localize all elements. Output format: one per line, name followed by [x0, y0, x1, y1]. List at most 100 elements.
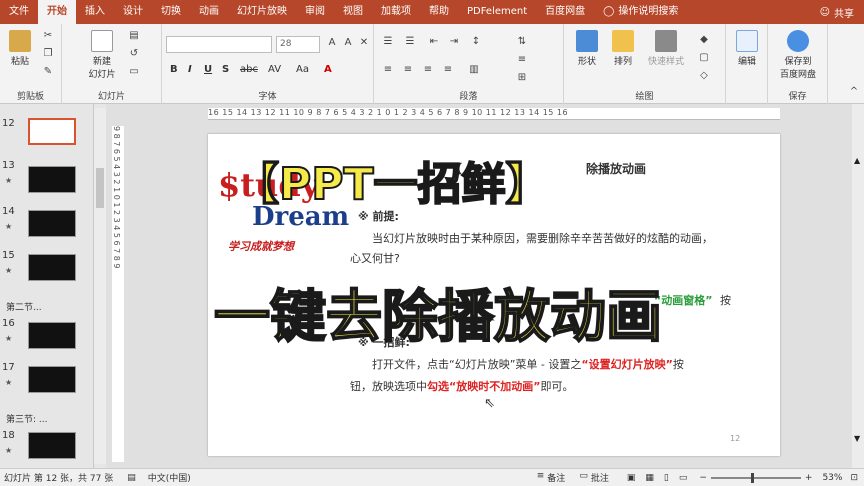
tab-addins[interactable]: 加载项: [372, 0, 420, 24]
align-left-icon[interactable]: ≡: [380, 64, 396, 78]
cut-icon[interactable]: ✂: [40, 30, 56, 44]
justify-icon[interactable]: ≡: [440, 64, 456, 78]
arrange-button[interactable]: 排列: [608, 30, 638, 67]
tab-insert[interactable]: 插入: [76, 0, 114, 24]
tab-review[interactable]: 审阅: [296, 0, 334, 24]
tab-home[interactable]: 开始: [38, 0, 76, 24]
section-header[interactable]: 第二节...: [6, 300, 42, 313]
slide-thumbnail-18[interactable]: [28, 432, 76, 459]
tab-slideshow[interactable]: 幻灯片放映: [228, 0, 296, 24]
scroll-down-icon[interactable]: ▼: [854, 434, 860, 443]
notes-icon: ≡: [536, 471, 545, 481]
line-spacing-icon[interactable]: ↕: [468, 36, 484, 50]
slides-label: 幻灯片: [97, 92, 125, 102]
slideshow-icon[interactable]: ▭: [679, 473, 688, 483]
method-highlight: “动画窗格”: [654, 294, 713, 307]
section-icon[interactable]: ▭: [126, 66, 142, 80]
zoom-out-button[interactable]: −: [699, 473, 707, 483]
shape-button[interactable]: 形状: [572, 30, 602, 67]
scroll-up-icon[interactable]: ▲: [854, 156, 860, 165]
bullets-icon[interactable]: ☰: [380, 36, 396, 50]
animation-star-icon: ★: [5, 334, 13, 343]
canvas-scrollbar[interactable]: ▲ ▼: [852, 104, 864, 468]
decrease-indent-icon[interactable]: ⇤: [426, 36, 442, 50]
tab-help[interactable]: 帮助: [420, 0, 458, 24]
italic-button[interactable]: I: [188, 64, 192, 75]
language-status[interactable]: 中文(中国): [148, 471, 191, 484]
shape-outline-icon[interactable]: ▢: [696, 52, 712, 66]
tab-animations[interactable]: 动画: [190, 0, 228, 24]
shadow-button[interactable]: S: [222, 64, 229, 75]
slide-thumbnail-15[interactable]: [28, 254, 76, 281]
trick-text-2: 钮，放映选项中勾选“放映时不加动画”即可。: [350, 380, 574, 393]
comments-button[interactable]: ▭ 批注: [579, 471, 609, 484]
new-slide-button[interactable]: 新建 幻灯片: [84, 30, 120, 80]
font-color-button[interactable]: A: [324, 64, 332, 75]
underline-button[interactable]: U: [204, 64, 212, 75]
premise-text-2: 心又何甘?: [350, 252, 400, 265]
notes-button[interactable]: ≡ 备注: [537, 471, 566, 484]
tab-file[interactable]: 文件: [0, 0, 38, 24]
shrink-font-icon[interactable]: A: [340, 37, 356, 51]
align-center-icon[interactable]: ≡: [400, 64, 416, 78]
page-number: 12: [730, 434, 741, 443]
quick-styles-button[interactable]: 快速样式: [644, 30, 688, 67]
shape-fill-icon[interactable]: ◆: [696, 34, 712, 48]
reset-icon[interactable]: ↺: [126, 48, 142, 62]
fit-to-window-icon[interactable]: ⊡: [850, 473, 858, 483]
animation-star-icon: ★: [5, 266, 13, 275]
slide-thumbnail-16[interactable]: [28, 322, 76, 349]
edit-button[interactable]: 编辑: [732, 30, 762, 67]
vertical-ruler: 9 8 7 6 5 4 3 2 1 0 1 2 3 4 5 6 7 8 9: [112, 126, 124, 462]
slide-thumbnail-12[interactable]: [28, 118, 76, 145]
increase-indent-icon[interactable]: ⇥: [446, 36, 462, 50]
columns-icon[interactable]: ▥: [466, 64, 482, 78]
slide-thumbnail-14[interactable]: [28, 210, 76, 237]
strikethrough-button[interactable]: abc: [240, 64, 258, 75]
align-text-icon[interactable]: ≡: [514, 54, 530, 68]
format-painter-icon[interactable]: ✎: [40, 66, 56, 80]
bold-button[interactable]: B: [170, 64, 178, 75]
spacing-button[interactable]: AV: [268, 64, 281, 75]
font-name-combo[interactable]: [166, 36, 272, 53]
clipboard-group: 粘贴 ✂ ❐ ✎ 剪贴板: [0, 24, 62, 104]
slide-thumbnail-13[interactable]: [28, 166, 76, 193]
paste-icon: [9, 30, 31, 52]
zoom-in-button[interactable]: +: [805, 473, 813, 483]
save-to-baidu-button[interactable]: 保存到 百度网盘: [772, 30, 824, 80]
tab-pdfelement[interactable]: PDFelement: [458, 0, 536, 24]
share-button[interactable]: ☺ 共享: [820, 5, 864, 20]
reading-view-icon[interactable]: ▯: [664, 473, 669, 483]
text-direction-icon[interactable]: ⇅: [514, 36, 530, 50]
shape-effects-icon[interactable]: ◇: [696, 70, 712, 84]
tab-baidu[interactable]: 百度网盘: [536, 0, 594, 24]
slide-sorter-icon[interactable]: ▦: [645, 473, 654, 483]
section-header[interactable]: 第三节: ...: [6, 412, 47, 425]
slides-panel-scrollbar[interactable]: [94, 108, 106, 464]
zoom-slider[interactable]: [710, 472, 801, 483]
numbering-icon[interactable]: ☰: [402, 36, 418, 50]
normal-view-icon[interactable]: ▣: [627, 473, 636, 483]
tab-design[interactable]: 设计: [114, 0, 152, 24]
tab-view[interactable]: 视图: [334, 0, 372, 24]
zoom-level[interactable]: 53%: [822, 473, 842, 483]
layout-icon[interactable]: ▤: [126, 30, 142, 44]
align-right-icon[interactable]: ≡: [420, 64, 436, 78]
change-case-button[interactable]: Aa: [296, 64, 309, 75]
copy-icon[interactable]: ❐: [40, 48, 56, 62]
scroll-thumb[interactable]: [96, 168, 104, 208]
slide-number: 17: [2, 362, 15, 373]
ribbon: 粘贴 ✂ ❐ ✎ 剪贴板 新建 幻灯片 ▤ ↺ ▭ 幻灯片 28 A A ✕ B…: [0, 24, 864, 104]
font-size-combo[interactable]: 28: [276, 36, 320, 53]
clear-format-icon[interactable]: ✕: [356, 37, 372, 51]
collapse-ribbon-icon[interactable]: ^: [846, 86, 862, 100]
tab-transitions[interactable]: 切换: [152, 0, 190, 24]
smartart-icon[interactable]: ⊞: [514, 72, 530, 86]
slide-thumbnail-17[interactable]: [28, 366, 76, 393]
animation-star-icon: ★: [5, 378, 13, 387]
grow-font-icon[interactable]: A: [324, 37, 340, 51]
spellcheck-icon[interactable]: ▤: [127, 473, 136, 483]
paste-button[interactable]: 粘贴: [6, 30, 34, 67]
zoom-slider-thumb[interactable]: [750, 472, 754, 483]
tell-me-search[interactable]: ◯ 操作说明搜索: [594, 0, 687, 24]
